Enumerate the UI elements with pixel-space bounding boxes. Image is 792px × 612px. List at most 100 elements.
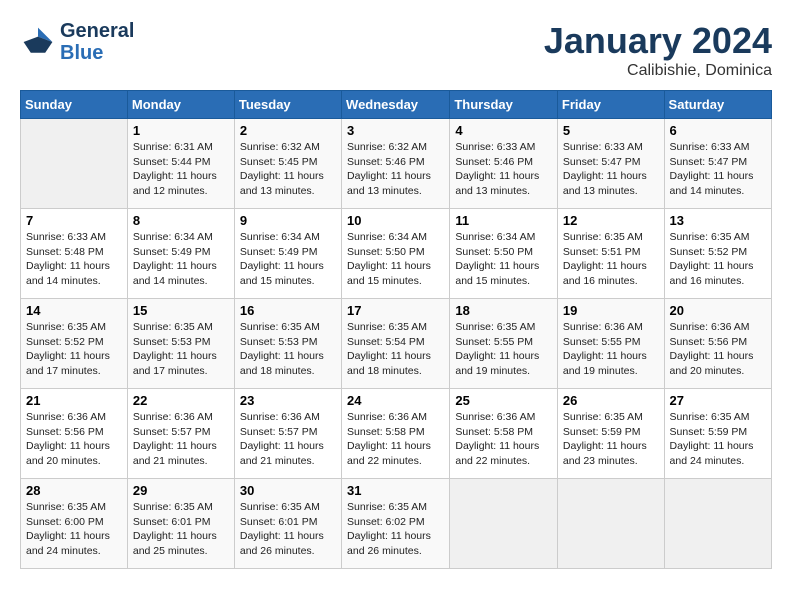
calendar-cell: 29Sunrise: 6:35 AMSunset: 6:01 PMDayligh…	[127, 479, 234, 569]
day-number: 27	[670, 393, 766, 408]
weekday-header: Friday	[557, 91, 664, 119]
location-subtitle: Calibishie, Dominica	[544, 62, 772, 80]
day-number: 2	[240, 123, 336, 138]
day-info: Sunrise: 6:35 AMSunset: 6:01 PMDaylight:…	[240, 500, 336, 559]
calendar-cell: 5 Sunrise: 6:33 AMSunset: 5:47 PMDaylight…	[557, 119, 664, 209]
day-number: 6	[670, 123, 766, 138]
day-info: Sunrise: 6:33 AMSunset: 5:48 PMDaylight:…	[26, 230, 122, 289]
calendar-cell: 28 Sunrise: 6:35 AMSunset: 6:00 PMDayligh…	[21, 479, 128, 569]
calendar-cell: 11 Sunrise: 6:34 AMSunset: 5:50 PMDayligh…	[450, 209, 558, 299]
calendar-week-row: 21Sunrise: 6:36 AMSunset: 5:56 PMDayligh…	[21, 389, 772, 479]
day-info: Sunrise: 6:34 AMSunset: 5:49 PMDaylight:…	[133, 230, 229, 289]
day-number: 19	[563, 303, 659, 318]
day-info: Sunrise: 6:35 AMSunset: 6:02 PMDaylight:…	[347, 500, 444, 559]
day-number: 30	[240, 483, 336, 498]
title-block: January 2024 Calibishie, Dominica	[544, 20, 772, 80]
calendar-cell: 18 Sunrise: 6:35 AMSunset: 5:55 PMDayligh…	[450, 299, 558, 389]
day-info: Sunrise: 6:36 AMSunset: 5:57 PMDaylight:…	[133, 410, 229, 469]
calendar-cell	[557, 479, 664, 569]
calendar-cell: 24Sunrise: 6:36 AMSunset: 5:58 PMDayligh…	[342, 389, 450, 479]
calendar-cell: 30 Sunrise: 6:35 AMSunset: 6:01 PMDayligh…	[234, 479, 341, 569]
calendar-cell: 26 Sunrise: 6:35 AMSunset: 5:59 PMDayligh…	[557, 389, 664, 479]
calendar-cell: 25Sunrise: 6:36 AMSunset: 5:58 PMDayligh…	[450, 389, 558, 479]
day-number: 15	[133, 303, 229, 318]
calendar-week-row: 1Sunrise: 6:31 AMSunset: 5:44 PMDaylight…	[21, 119, 772, 209]
day-info: Sunrise: 6:32 AMSunset: 5:46 PMDaylight:…	[347, 140, 444, 199]
calendar-cell: 7 Sunrise: 6:33 AMSunset: 5:48 PMDaylight…	[21, 209, 128, 299]
day-number: 25	[455, 393, 552, 408]
calendar-cell: 21Sunrise: 6:36 AMSunset: 5:56 PMDayligh…	[21, 389, 128, 479]
day-number: 13	[670, 213, 766, 228]
weekday-header: Tuesday	[234, 91, 341, 119]
day-info: Sunrise: 6:35 AMSunset: 5:53 PMDaylight:…	[240, 320, 336, 379]
calendar-cell: 10Sunrise: 6:34 AMSunset: 5:50 PMDayligh…	[342, 209, 450, 299]
day-number: 20	[670, 303, 766, 318]
calendar-cell	[450, 479, 558, 569]
page-header: General Blue January 2024 Calibishie, Do…	[20, 20, 772, 80]
logo: General Blue	[20, 20, 134, 64]
day-info: Sunrise: 6:33 AMSunset: 5:46 PMDaylight:…	[455, 140, 552, 199]
calendar-cell	[664, 479, 771, 569]
day-info: Sunrise: 6:33 AMSunset: 5:47 PMDaylight:…	[670, 140, 766, 199]
weekday-header: Sunday	[21, 91, 128, 119]
weekday-header: Thursday	[450, 91, 558, 119]
day-info: Sunrise: 6:35 AMSunset: 5:59 PMDaylight:…	[670, 410, 766, 469]
day-info: Sunrise: 6:35 AMSunset: 5:54 PMDaylight:…	[347, 320, 444, 379]
weekday-header-row: SundayMondayTuesdayWednesdayThursdayFrid…	[21, 91, 772, 119]
calendar-cell: 1Sunrise: 6:31 AMSunset: 5:44 PMDaylight…	[127, 119, 234, 209]
calendar-cell: 12Sunrise: 6:35 AMSunset: 5:51 PMDayligh…	[557, 209, 664, 299]
day-number: 21	[26, 393, 122, 408]
calendar-week-row: 14 Sunrise: 6:35 AMSunset: 5:52 PMDayligh…	[21, 299, 772, 389]
day-info: Sunrise: 6:36 AMSunset: 5:57 PMDaylight:…	[240, 410, 336, 469]
calendar-cell	[21, 119, 128, 209]
day-number: 7	[26, 213, 122, 228]
weekday-header: Monday	[127, 91, 234, 119]
day-number: 28	[26, 483, 122, 498]
logo-blue: Blue	[60, 42, 134, 64]
calendar-cell: 15 Sunrise: 6:35 AMSunset: 5:53 PMDayligh…	[127, 299, 234, 389]
day-number: 29	[133, 483, 229, 498]
day-info: Sunrise: 6:33 AMSunset: 5:47 PMDaylight:…	[563, 140, 659, 199]
logo-icon	[20, 24, 56, 60]
day-number: 4	[455, 123, 552, 138]
day-info: Sunrise: 6:35 AMSunset: 5:53 PMDaylight:…	[133, 320, 229, 379]
calendar-cell: 22 Sunrise: 6:36 AMSunset: 5:57 PMDayligh…	[127, 389, 234, 479]
calendar-cell: 9Sunrise: 6:34 AMSunset: 5:49 PMDaylight…	[234, 209, 341, 299]
day-number: 26	[563, 393, 659, 408]
day-info: Sunrise: 6:36 AMSunset: 5:56 PMDaylight:…	[670, 320, 766, 379]
calendar-cell: 16 Sunrise: 6:35 AMSunset: 5:53 PMDayligh…	[234, 299, 341, 389]
day-number: 14	[26, 303, 122, 318]
day-info: Sunrise: 6:35 AMSunset: 5:59 PMDaylight:…	[563, 410, 659, 469]
day-info: Sunrise: 6:35 AMSunset: 5:55 PMDaylight:…	[455, 320, 552, 379]
day-info: Sunrise: 6:35 AMSunset: 6:00 PMDaylight:…	[26, 500, 122, 559]
calendar-cell: 2 Sunrise: 6:32 AMSunset: 5:45 PMDaylight…	[234, 119, 341, 209]
day-info: Sunrise: 6:36 AMSunset: 5:55 PMDaylight:…	[563, 320, 659, 379]
day-info: Sunrise: 6:32 AMSunset: 5:45 PMDaylight:…	[240, 140, 336, 199]
day-number: 8	[133, 213, 229, 228]
day-info: Sunrise: 6:31 AMSunset: 5:44 PMDaylight:…	[133, 140, 229, 199]
day-number: 17	[347, 303, 444, 318]
month-title: January 2024	[544, 20, 772, 62]
day-number: 16	[240, 303, 336, 318]
day-info: Sunrise: 6:34 AMSunset: 5:50 PMDaylight:…	[455, 230, 552, 289]
calendar-cell: 20 Sunrise: 6:36 AMSunset: 5:56 PMDayligh…	[664, 299, 771, 389]
calendar-week-row: 28 Sunrise: 6:35 AMSunset: 6:00 PMDayligh…	[21, 479, 772, 569]
calendar-cell: 4 Sunrise: 6:33 AMSunset: 5:46 PMDaylight…	[450, 119, 558, 209]
day-number: 18	[455, 303, 552, 318]
day-info: Sunrise: 6:35 AMSunset: 5:52 PMDaylight:…	[26, 320, 122, 379]
day-info: Sunrise: 6:36 AMSunset: 5:58 PMDaylight:…	[347, 410, 444, 469]
day-number: 5	[563, 123, 659, 138]
day-number: 12	[563, 213, 659, 228]
calendar-week-row: 7 Sunrise: 6:33 AMSunset: 5:48 PMDaylight…	[21, 209, 772, 299]
calendar-cell: 3 Sunrise: 6:32 AMSunset: 5:46 PMDaylight…	[342, 119, 450, 209]
day-number: 9	[240, 213, 336, 228]
day-number: 22	[133, 393, 229, 408]
calendar-cell: 17 Sunrise: 6:35 AMSunset: 5:54 PMDayligh…	[342, 299, 450, 389]
day-number: 23	[240, 393, 336, 408]
logo-general: General	[60, 20, 134, 42]
calendar-cell: 13Sunrise: 6:35 AMSunset: 5:52 PMDayligh…	[664, 209, 771, 299]
day-number: 11	[455, 213, 552, 228]
calendar-cell: 8 Sunrise: 6:34 AMSunset: 5:49 PMDaylight…	[127, 209, 234, 299]
day-number: 3	[347, 123, 444, 138]
calendar-cell: 31Sunrise: 6:35 AMSunset: 6:02 PMDayligh…	[342, 479, 450, 569]
